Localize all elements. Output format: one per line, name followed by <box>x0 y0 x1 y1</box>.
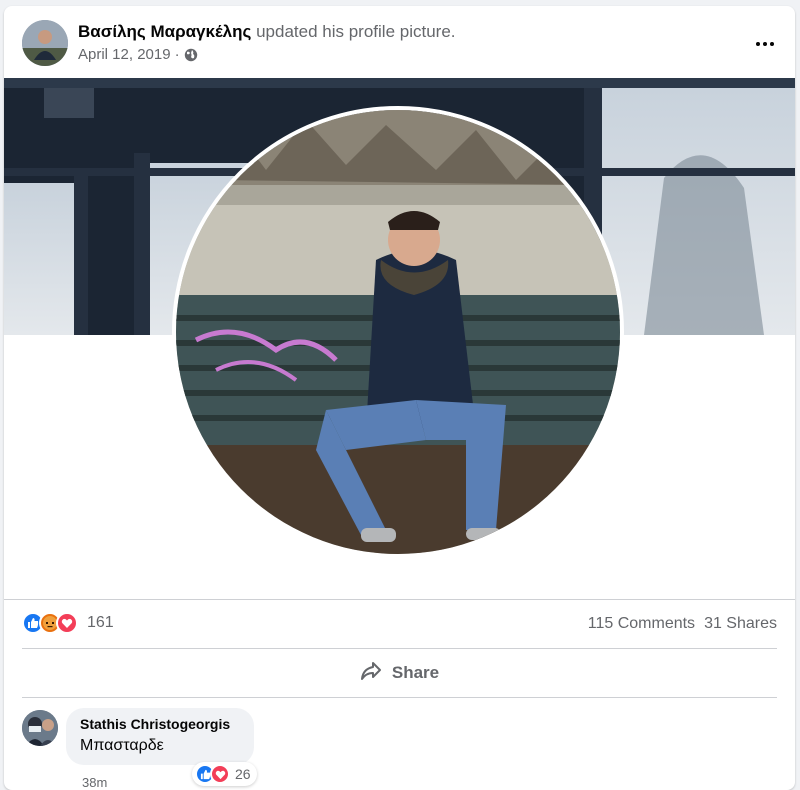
post-header: Βασίλης Μαραγκέλης updated his profile p… <box>4 6 795 76</box>
comment-timestamp[interactable]: 38m <box>82 775 107 790</box>
commenter-name[interactable]: Stathis Christogeorgis <box>80 716 240 732</box>
share-button[interactable]: Share <box>22 653 777 693</box>
love-reaction-icon <box>210 764 230 784</box>
profile-picture[interactable] <box>172 106 624 558</box>
meta-separator: · <box>174 46 180 63</box>
post-action-text: updated his profile picture. <box>256 22 456 41</box>
comment-text: Μπασταρδε <box>80 737 164 754</box>
comment-item: Stathis Christogeorgis Μπασταρδε 26 38m <box>22 708 777 790</box>
profile-photo-media[interactable] <box>4 78 795 598</box>
globe-icon[interactable] <box>184 48 198 62</box>
post-stats: 161 115 Comments 31 Shares <box>4 606 795 642</box>
love-reaction-icon <box>56 612 78 634</box>
reaction-count[interactable]: 161 <box>87 614 114 632</box>
post-meta: April 12, 2019 · <box>78 46 198 63</box>
shares-count-link[interactable]: 31 Shares <box>704 615 777 633</box>
more-options-icon[interactable] <box>747 26 783 62</box>
post-title-line: Βασίλης Μαραγκέλης updated his profile p… <box>78 22 456 42</box>
post-actions-bar: Share <box>22 648 777 698</box>
engagement-counts: 115 Comments 31 Shares <box>588 615 777 633</box>
media-divider <box>4 599 795 600</box>
comments-count-link[interactable]: 115 Comments <box>588 615 695 633</box>
post-card: Βασίλης Μαραγκέλης updated his profile p… <box>4 6 795 790</box>
comment-reactions[interactable]: 26 <box>192 762 257 786</box>
author-name[interactable]: Βασίλης Μαραγκέλης <box>78 22 251 41</box>
reaction-summary[interactable]: 161 <box>22 612 114 634</box>
share-arrow-icon <box>360 661 382 686</box>
share-label: Share <box>391 663 440 682</box>
comment-reaction-count: 26 <box>235 766 251 782</box>
post-date[interactable]: April 12, 2019 <box>78 46 171 63</box>
author-avatar[interactable] <box>22 20 68 66</box>
comment-bubble: Stathis Christogeorgis Μπασταρδε <box>66 708 254 765</box>
commenter-avatar[interactable] <box>22 710 58 746</box>
